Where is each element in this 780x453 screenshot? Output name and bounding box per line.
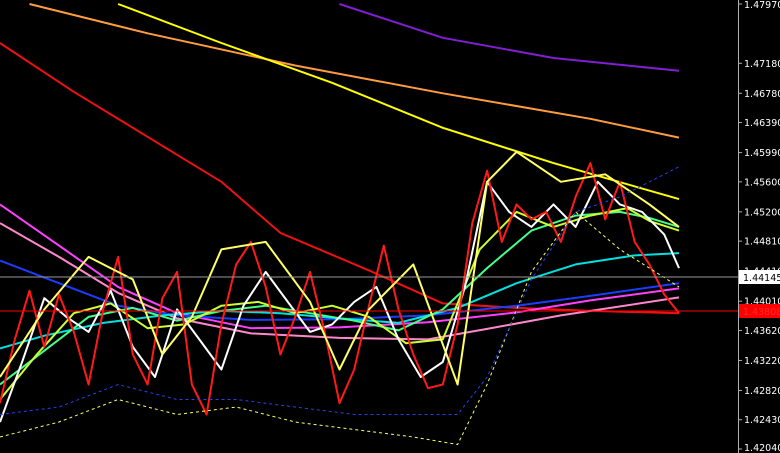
- price-tick-label: 1.42040: [744, 443, 780, 453]
- price-tick-label: 1.44810: [744, 237, 780, 248]
- price-tick-label: 1.42430: [744, 415, 780, 426]
- price-tick-label: 1.46390: [744, 118, 780, 129]
- price-tick-label: 1.46780: [744, 89, 780, 100]
- price-tick-label: 1.47180: [744, 59, 780, 70]
- price-tick-label: 1.45600: [744, 177, 780, 188]
- price-tick-label: 1.45200: [744, 207, 780, 218]
- price-tick-label: 1.42820: [744, 386, 780, 397]
- price-tick-label: 1.47970: [744, 0, 780, 11]
- price-chart: 1.47970 1.47180 1.46780 1.46390 1.45990 1.456…: [0, 0, 780, 453]
- current-price-label: 1.44145: [743, 273, 780, 284]
- low-price-label: 1.43808: [743, 307, 780, 318]
- price-tick-label: 1.45990: [744, 148, 780, 159]
- price-tick-label: 1.43220: [744, 356, 780, 367]
- price-tick-label: 1.43620: [744, 326, 780, 337]
